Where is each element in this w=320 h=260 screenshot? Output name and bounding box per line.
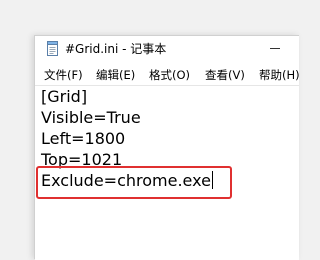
menu-format[interactable]: 格式(O) (149, 67, 190, 83)
menu-bar: 文件(F) 编辑(E) 格式(O) 查看(V) 帮助(H) (35, 63, 300, 85)
editor-line: [Grid] (41, 87, 88, 106)
menu-edit[interactable]: 编辑(E) (96, 67, 135, 83)
notepad-window: #Grid.ini - 记事本 文件(F) 编辑(E) 格式(O) 查看(V) … (34, 35, 300, 260)
editor-line: Left=1800 (41, 129, 126, 148)
menu-file[interactable]: 文件(F) (44, 67, 83, 83)
notepad-icon (46, 41, 59, 56)
window-title: #Grid.ini - 记事本 (65, 42, 167, 56)
editor-line: Visible=True (41, 108, 141, 127)
menu-view[interactable]: 查看(V) (205, 67, 245, 83)
title-bar[interactable]: #Grid.ini - 记事本 (35, 36, 299, 62)
minimize-icon (270, 48, 280, 49)
highlight-annotation-box (36, 166, 232, 199)
menu-help[interactable]: 帮助(H) (259, 67, 300, 83)
minimize-button[interactable] (262, 36, 292, 62)
